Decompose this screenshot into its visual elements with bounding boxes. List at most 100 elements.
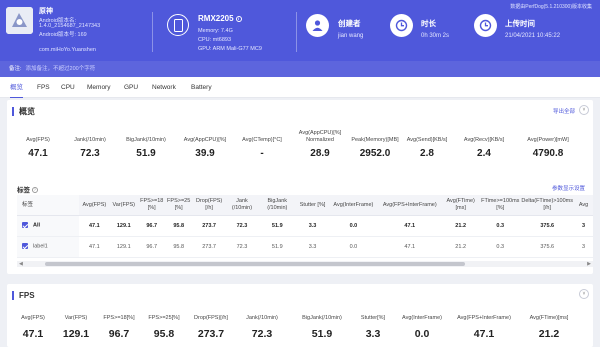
table-cell: 375.6 bbox=[520, 236, 575, 258]
header-divider bbox=[296, 12, 297, 52]
table-header[interactable]: FPS>=25 [%] bbox=[165, 195, 193, 216]
table-cell: 0.3 bbox=[480, 215, 521, 237]
fps-metric: Avg(FPS+InterFrame) 47.1 bbox=[457, 315, 511, 340]
scroll-right-arrow-icon[interactable]: ▶ bbox=[587, 261, 591, 267]
table-cell: 129.1 bbox=[109, 215, 139, 237]
table-header[interactable]: BigJank (/10min) bbox=[257, 195, 297, 216]
table-cell: 0.0 bbox=[328, 215, 379, 237]
table-header[interactable]: Drop(FPS) [/h] bbox=[192, 195, 227, 216]
table-header[interactable]: Avg(FTime) [ms] bbox=[441, 195, 481, 216]
creator-label: 创建者 bbox=[338, 19, 361, 28]
perfdog-version-note: 数据由PerfDog(5.1.210300)版本收集 bbox=[510, 4, 592, 10]
clock-icon bbox=[390, 14, 413, 37]
metric-avg-app-cpu-normalized: Avg(AppCPU)[%] Normalized 28.9 bbox=[298, 130, 342, 159]
table-cell: 129.1 bbox=[109, 236, 139, 258]
table-cell: 47.1 bbox=[79, 236, 110, 258]
fps-metric: Jank(/10min) 72.3 bbox=[246, 315, 278, 340]
tab-memory[interactable]: Memory bbox=[87, 77, 110, 98]
checkbox-checked-icon[interactable] bbox=[22, 222, 28, 229]
info-icon[interactable]: i bbox=[235, 15, 242, 22]
scroll-left-arrow-icon[interactable]: ◀ bbox=[19, 261, 23, 267]
table-header[interactable]: Avg(FPS+InterFrame) bbox=[378, 195, 442, 216]
fps-metric: Drop(FPS)[/h] 273.7 bbox=[194, 315, 228, 340]
phone-icon bbox=[167, 14, 189, 36]
header-divider bbox=[152, 12, 153, 52]
table-cell: 72.3 bbox=[226, 215, 258, 237]
table-cell: 95.8 bbox=[165, 236, 193, 258]
table-header[interactable]: FPS>=18 [%] bbox=[138, 195, 166, 216]
device-gpu: GPU: ARM Mali-G77 MC9 bbox=[198, 46, 262, 52]
table-cell: 47.1 bbox=[378, 215, 442, 237]
table-cell: 273.7 bbox=[192, 236, 227, 258]
table-header[interactable]: FTime>=100ms [%] bbox=[480, 195, 521, 216]
fps-card-title: FPS bbox=[12, 291, 35, 300]
checkbox-checked-icon[interactable] bbox=[22, 243, 28, 250]
app-version-code: Android版本号: 169 bbox=[39, 32, 87, 38]
metric-avg-send: Avg(Send)[KB/s] 2.8 bbox=[406, 137, 448, 159]
metric-avg-app-cpu: Avg(AppCPU)[%] 39.9 bbox=[183, 137, 227, 159]
table-row[interactable]: All 47.1 129.1 96.7 95.8 273.7 72.3 51.9… bbox=[17, 215, 593, 237]
tab-overview[interactable]: 概览 bbox=[10, 77, 23, 98]
table-cell: 0.0 bbox=[328, 236, 379, 258]
table-cell: 51.9 bbox=[257, 215, 297, 237]
overview-title: 概览 bbox=[12, 107, 35, 116]
metric-avg-power: Avg(Power)[mW] 4790.8 bbox=[527, 137, 569, 159]
label-section-title: 标签 ? bbox=[17, 187, 38, 194]
export-all-link[interactable]: 导出全部 bbox=[553, 107, 575, 115]
device-name: RMX2205 i bbox=[198, 14, 242, 23]
tab-gpu[interactable]: GPU bbox=[124, 77, 138, 98]
table-cell: 47.1 bbox=[378, 236, 442, 258]
collapse-chevron-icon[interactable]: ˅ bbox=[579, 289, 589, 299]
table-header[interactable]: Avg(InterFrame) bbox=[328, 195, 379, 216]
scrollbar-thumb[interactable] bbox=[45, 262, 465, 266]
metric-peak-memory: Peak(Memory)[MB] 2952.0 bbox=[351, 137, 399, 159]
app-version-name: 1.4.0_2154687_2147343 bbox=[39, 23, 101, 29]
fps-metric: Avg(FPS) 47.1 bbox=[21, 315, 45, 340]
note-bar[interactable]: 备注: 添加备注，不超过200个字符 bbox=[0, 61, 600, 77]
note-label: 备注: bbox=[9, 66, 22, 72]
table-horizontal-scrollbar[interactable]: ◀ ▶ bbox=[17, 261, 593, 267]
device-cpu: CPU: mt6893 bbox=[198, 37, 232, 43]
fps-metric: Stutter[%] 3.3 bbox=[360, 315, 386, 340]
table-header: 标签 bbox=[17, 195, 80, 216]
table-cell: 3 bbox=[574, 236, 593, 258]
upload-clock-icon bbox=[474, 14, 497, 37]
app-package: com.miHoYo.Yuanshen bbox=[39, 47, 96, 53]
table-cell: 3.3 bbox=[296, 215, 329, 237]
metric-avg-fps: Avg(FPS) 47.1 bbox=[26, 137, 50, 159]
row-label-cell[interactable]: All bbox=[17, 215, 80, 237]
metric-avg-ctemp: Avg(CTemp)[°C] - bbox=[242, 137, 282, 159]
help-icon[interactable]: ? bbox=[31, 187, 38, 194]
table-header[interactable]: Avg bbox=[574, 195, 593, 216]
metric-avg-recv: Avg(Recv)[KB/s] 2.4 bbox=[463, 137, 505, 159]
table-header[interactable]: Stutter [%] bbox=[296, 195, 329, 216]
table-header[interactable]: Avg(FPS) bbox=[79, 195, 110, 216]
fps-metric: Avg(FTime)[ms] 21.2 bbox=[529, 315, 569, 340]
tab-fps[interactable]: FPS bbox=[37, 77, 50, 98]
table-cell: 72.3 bbox=[226, 236, 258, 258]
table-row[interactable]: label1 47.1 129.1 96.7 95.8 273.7 72.3 5… bbox=[17, 236, 593, 258]
label-stats-table: 标签 Avg(FPS) Var(FPS) FPS>=18 [%] FPS>=25… bbox=[17, 195, 593, 259]
table-cell: 47.1 bbox=[79, 215, 110, 237]
app-name: 原神 bbox=[39, 8, 53, 15]
table-header[interactable]: Jank (/10min) bbox=[226, 195, 258, 216]
row-label-cell[interactable]: label1 bbox=[17, 236, 80, 258]
table-cell: 96.7 bbox=[138, 215, 166, 237]
table-header[interactable]: Var(FPS) bbox=[109, 195, 139, 216]
table-cell: 21.2 bbox=[441, 236, 481, 258]
app-logo-icon bbox=[6, 7, 33, 34]
collapse-chevron-icon[interactable]: ˅ bbox=[579, 105, 589, 115]
display-settings-link[interactable]: 参数显示设置 bbox=[552, 184, 585, 192]
table-cell: 96.7 bbox=[138, 236, 166, 258]
table-header[interactable]: Delta(FTime)>100ms [/h] bbox=[520, 195, 575, 216]
note-input[interactable]: 添加备注，不超过200个字符 bbox=[26, 66, 96, 72]
table-cell: 3 bbox=[574, 215, 593, 237]
tab-battery[interactable]: Battery bbox=[191, 77, 212, 98]
metric-jank: Jank(/10min) 72.3 bbox=[74, 137, 106, 159]
table-cell: 0.3 bbox=[480, 236, 521, 258]
duration-value: 0h 30m 2s bbox=[421, 33, 450, 39]
upload-time-label: 上传时间 bbox=[505, 19, 535, 28]
tab-cpu[interactable]: CPU bbox=[61, 77, 75, 98]
tab-network[interactable]: Network bbox=[152, 77, 176, 98]
fps-metric: BigJank(/10min) 51.9 bbox=[302, 315, 342, 340]
